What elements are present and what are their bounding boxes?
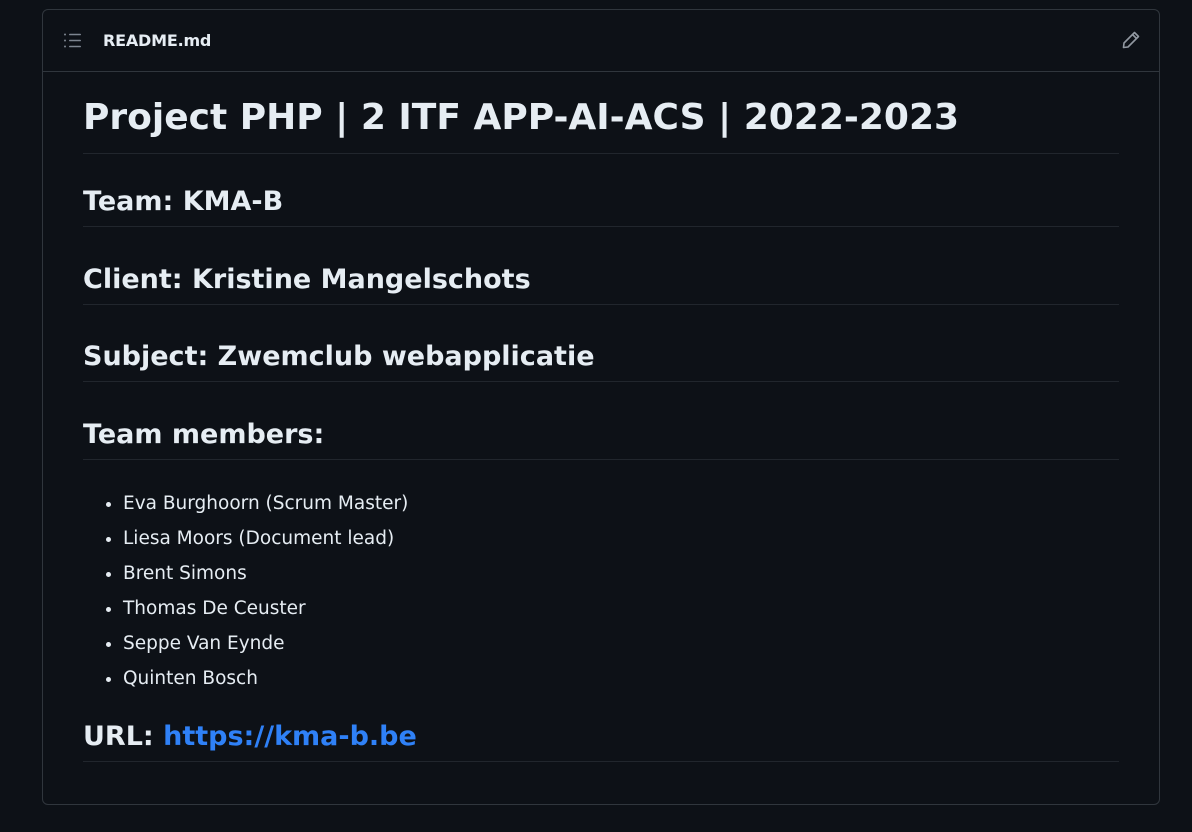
client-heading: Client: Kristine Mangelschots bbox=[83, 262, 1119, 305]
list-item: Eva Burghoorn (Scrum Master) bbox=[123, 486, 408, 521]
members-heading: Team members: bbox=[83, 417, 1119, 460]
url-heading: URL: https://kma-b.be bbox=[83, 719, 1119, 762]
list-item: Liesa Moors (Document lead) bbox=[123, 521, 408, 556]
readme-container: README.md Project PHP | 2 ITF APP-AI-ACS… bbox=[42, 9, 1160, 805]
url-label: URL: bbox=[83, 721, 164, 752]
list-item: Brent Simons bbox=[123, 556, 408, 591]
page-title: Project PHP | 2 ITF APP-AI-ACS | 2022-20… bbox=[83, 96, 1119, 154]
list-item: Seppe Van Eynde bbox=[123, 626, 408, 661]
website-link[interactable]: https://kma-b.be bbox=[163, 721, 417, 752]
list-item: Quinten Bosch bbox=[123, 661, 408, 696]
file-name: README.md bbox=[103, 31, 212, 50]
pencil-icon[interactable] bbox=[1121, 30, 1141, 50]
readme-header: README.md bbox=[43, 10, 1159, 72]
subject-heading: Subject: Zwemclub webapplicatie bbox=[83, 339, 1119, 382]
list-item: Thomas De Ceuster bbox=[123, 591, 408, 626]
team-heading: Team: KMA-B bbox=[83, 184, 1119, 227]
list-unordered-icon[interactable] bbox=[63, 32, 83, 50]
members-list: Eva Burghoorn (Scrum Master) Liesa Moors… bbox=[83, 486, 408, 696]
